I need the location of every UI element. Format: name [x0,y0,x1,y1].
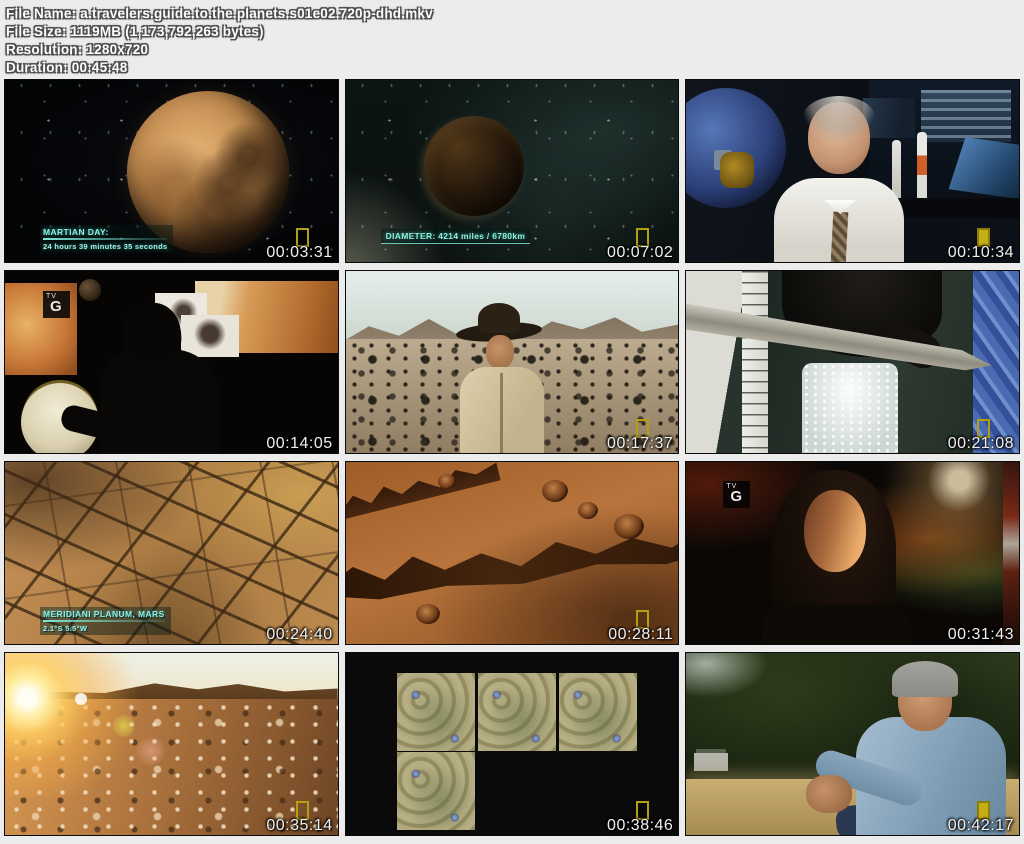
crater [416,604,440,624]
person-face [804,490,866,572]
timestamp: 00:17:37 [607,435,673,453]
caption-subtitle: 2.1°S 5.5°W [43,624,165,633]
caption-title: MARTIAN DAY: [43,227,167,237]
timestamp: 00:28:11 [608,626,673,644]
caption-overlay: MERIDIANI PLANUM, MARS 2.1°S 5.5°W [40,607,171,635]
lens-flare [137,737,165,765]
duration-value: 00:45:48 [72,60,128,75]
thumbnail-mars-canyon: 00:28:11 [345,461,680,645]
lens-flare [113,715,135,737]
tv-g-rating-icon: TVG [43,291,70,318]
crater [614,514,644,539]
timestamp: 00:07:02 [607,244,673,262]
person-hair [802,96,876,142]
resolution-value: 1280x720 [86,42,148,57]
thumbnail-scientist-interview: 00:10:34 [685,79,1020,263]
caption-subtitle: 24 hours 39 minutes 35 seconds [43,242,167,251]
sun-glare [4,652,205,797]
shirt-buttons [500,373,503,454]
person-tie [831,212,849,263]
duration-line: Duration: 00:45:48 [6,59,1024,77]
file-size-value: 1119MB (1,173,792,263 bytes) [71,24,264,39]
file-name-value: a.travelers.guide.to.the.planets.s01e02.… [80,6,433,21]
thumbnail-dark-planet: DIAMETER: 4214 miles / 6780km 00:07:02 [345,79,680,263]
crater [542,480,568,502]
caption-overlay: MARTIAN DAY: 24 hours 39 minutes 35 seco… [40,225,173,253]
monitor [921,90,1011,142]
timestamp: 00:03:31 [266,244,332,262]
satellite-tile [397,752,475,830]
timestamp: 00:38:46 [607,817,673,835]
caption-rule [43,620,165,622]
cowboy-hat-crown [478,303,520,333]
satellite-model [720,152,754,188]
lens-flare [75,693,87,705]
timestamp: 00:24:40 [266,626,332,644]
thumbnail-outdoor-interview: 00:42:17 [685,652,1020,836]
satellite-tile [559,673,637,751]
planet-image [79,279,101,301]
timestamp: 00:35:14 [266,817,332,835]
person-shoulders [762,604,912,645]
satellite-tile [397,673,475,751]
thumbnail-grid: MARTIAN DAY: 24 hours 39 minutes 35 seco… [0,78,1024,837]
thumbnail-satellite-tiles: 00:38:46 [345,652,680,836]
resolution-line: Resolution: 1280x720 [6,41,1024,59]
thumbnail-cracked-mud: MERIDIANI PLANUM, MARS 2.1°S 5.5°W 00:24… [4,461,339,645]
screen-edge [1003,462,1019,644]
resolution-label: Resolution: [6,42,82,57]
shadowed-planet [424,116,524,216]
timestamp: 00:10:34 [948,244,1014,262]
thumbnail-ice-core: 00:21:08 [685,270,1020,454]
thumbnail-desert-host: 00:17:37 [345,270,680,454]
person-hair [892,661,958,697]
file-info-header: File Name: a.travelers.guide.to.the.plane… [0,0,1024,78]
caption-rule [43,238,167,240]
timestamp: 00:31:43 [948,626,1014,644]
ruler [742,271,768,453]
thumbnail-desert-sunset: 00:35:14 [4,652,339,836]
person [442,297,562,454]
person-hands [806,775,852,813]
caption-title: DIAMETER: 4214 miles / 6780km [381,229,531,244]
timestamp: 00:21:08 [948,435,1014,453]
file-name-line: File Name: a.travelers.guide.to.the.plane… [6,5,1024,23]
ice-core-sample [802,363,898,454]
crater [438,474,456,489]
timestamp: 00:14:05 [266,435,332,453]
house [694,753,728,771]
photo-panel [181,315,239,357]
file-size-label: File Size: [6,24,67,39]
caption-title: MERIDIANI PLANUM, MARS [43,609,165,619]
duration-label: Duration: [6,60,68,75]
satellite-tile [478,673,556,751]
file-size-line: File Size: 1119MB (1,173,792,263 bytes) [6,23,1024,41]
crater [578,502,598,519]
tv-g-rating-icon: TVG [723,481,750,508]
thumbnail-projection-room: TVG 00:14:05 [4,270,339,454]
thumbnail-woman-warm-light: TVG 00:31:43 [685,461,1020,645]
file-name-label: File Name: [6,6,76,21]
timestamp: 00:42:17 [948,817,1014,835]
person-face [486,335,514,369]
thumbnail-mars-globe: MARTIAN DAY: 24 hours 39 minutes 35 seco… [4,79,339,263]
